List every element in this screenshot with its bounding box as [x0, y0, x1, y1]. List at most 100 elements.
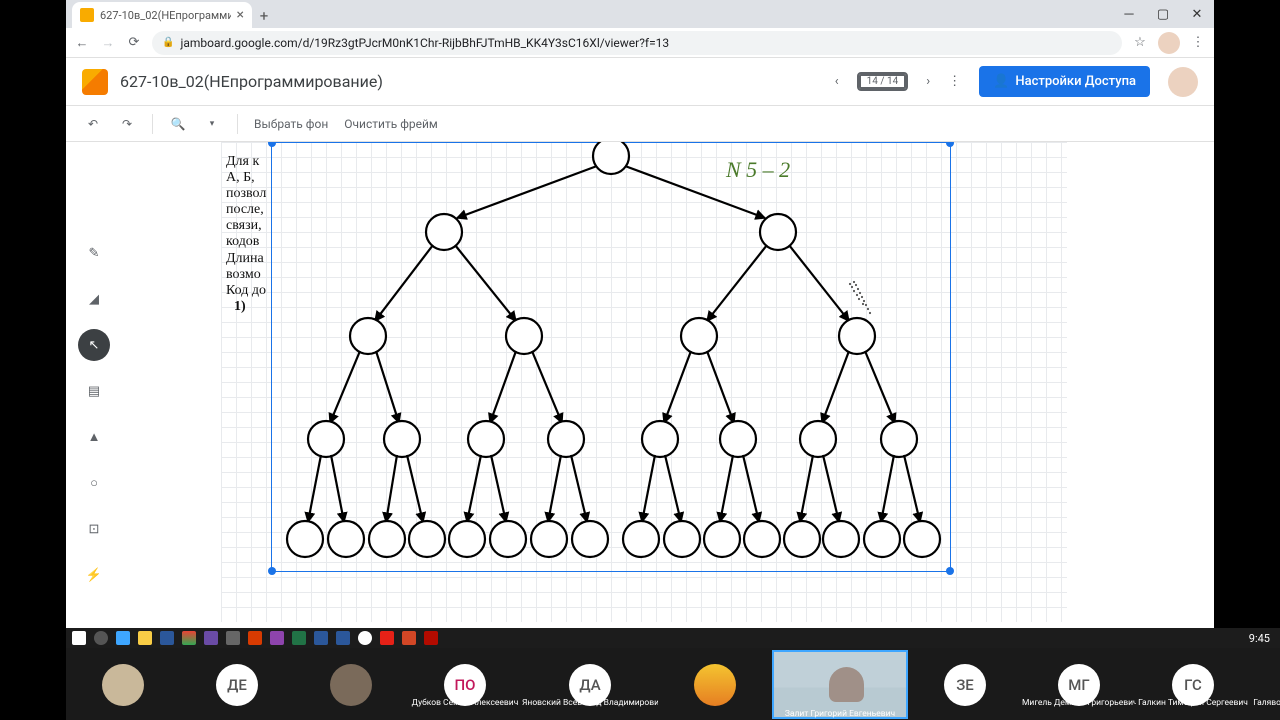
participant-avatar [694, 664, 736, 706]
windows-taskbar[interactable]: 9:45 [66, 628, 1280, 648]
jamboard-app: 627-10в_02(НЕпрограммирование) ‹ 14 / 14… [66, 58, 1214, 628]
taskbar-app-icon[interactable] [358, 631, 372, 645]
note-line: связи, [226, 218, 276, 234]
next-frame-icon[interactable]: › [926, 74, 930, 89]
zoom-icon[interactable]: 🔍 [169, 117, 187, 131]
note-line: А, Б, [226, 170, 276, 186]
participant-tile[interactable]: ПО Дубков Семён Алексеевич [408, 664, 522, 708]
person-add-icon: 👤 [993, 74, 1009, 89]
taskbar-app-icon[interactable] [270, 631, 284, 645]
taskbar-app-icon[interactable] [160, 631, 174, 645]
maximize-icon[interactable]: ▢ [1146, 0, 1180, 28]
taskbar-app-icon[interactable] [204, 631, 218, 645]
tab-title: 627-10в_02(НЕпрограммирован [100, 9, 231, 22]
participant-initials: МГ [1068, 676, 1089, 694]
textbox-tool-icon[interactable]: ⊡ [78, 513, 110, 545]
jamboard-logo [82, 69, 108, 95]
browser-tab[interactable]: 627-10в_02(НЕпрограммирован × [72, 2, 252, 28]
note-line: 1) [226, 299, 276, 315]
close-tab-icon[interactable]: × [237, 8, 244, 22]
note-line: после, [226, 202, 276, 218]
forward-icon[interactable]: → [100, 35, 116, 51]
image-tool-icon[interactable]: ▲ [78, 421, 110, 453]
search-icon[interactable] [94, 631, 108, 645]
participant-name: Мигель Демьян Григорьевич [1022, 698, 1136, 708]
clear-frame-button[interactable]: Очистить фрейм [344, 117, 438, 131]
browser-titlebar: 627-10в_02(НЕпрограммирован × + ─ ▢ ✕ [66, 0, 1214, 28]
kebab-menu-icon[interactable]: ⋮ [1190, 35, 1206, 50]
pdf-icon[interactable] [424, 631, 438, 645]
whiteboard-grid-right [971, 142, 1067, 622]
account-avatar[interactable] [1168, 67, 1198, 97]
divider [237, 114, 238, 134]
participant-initials: ДЕ [227, 676, 247, 694]
share-button[interactable]: 👤 Настройки Доступа [979, 66, 1150, 97]
participant-tile[interactable]: ДЕ [180, 664, 294, 708]
new-tab-button[interactable]: + [252, 4, 276, 28]
participant-avatar [330, 664, 372, 706]
participant-avatar: ДЕ [216, 664, 258, 706]
powerpoint-icon[interactable] [402, 631, 416, 645]
system-clock[interactable]: 9:45 [1249, 632, 1274, 645]
eraser-tool-icon[interactable]: ◢ [78, 283, 110, 315]
more-options-icon[interactable]: ⋮ [948, 74, 961, 89]
note-line: Для к [226, 154, 276, 170]
set-background-button[interactable]: Выбрать фон [254, 117, 328, 131]
note-line: позвол [226, 186, 276, 202]
laser-tool-icon[interactable]: ⚡ [78, 559, 110, 591]
participant-name: Дубков Семён Алексеевич [408, 698, 522, 708]
participant-tile[interactable]: ГСГалкин Тимофей Сергеевич [1136, 664, 1250, 708]
taskbar-app-icon[interactable] [226, 631, 240, 645]
pen-tool-icon[interactable]: ✎ [78, 237, 110, 269]
profile-avatar[interactable] [1158, 32, 1180, 54]
divider [152, 114, 153, 134]
prev-frame-icon[interactable]: ‹ [835, 74, 839, 89]
participant-name: Яновский Всеволод Владимирович [522, 698, 658, 708]
participant-tile[interactable]: ДАЯновский Всеволод Владимирович [522, 664, 658, 708]
tool-palette: ✎ ◢ ↖ ▤ ▲ ○ ⊡ ⚡ [78, 237, 110, 591]
omnibox[interactable]: 🔒 jamboard.google.com/d/19Rz3gtPJcrM0nK1… [152, 31, 1122, 55]
participant-initials: ПО [455, 676, 476, 694]
host-person [829, 667, 864, 702]
participant-tile[interactable]: ГФГалявов Марат Фаридович [1250, 664, 1280, 708]
note-line: возмо [226, 267, 276, 283]
participant-tile[interactable]: ЗЕ [908, 664, 1022, 708]
edge-icon[interactable] [116, 631, 130, 645]
participant-tile[interactable] [658, 664, 772, 708]
zoom-dropdown-icon[interactable]: ▾ [203, 119, 221, 129]
frame-indicator[interactable]: 14 / 14 [857, 72, 909, 91]
select-tool-icon[interactable]: ↖ [78, 329, 110, 361]
shape-tool-icon[interactable]: ○ [78, 467, 110, 499]
jamboard-toolbar: ↶ ↷ 🔍 ▾ Выбрать фон Очистить фрейм [66, 106, 1214, 142]
word-icon[interactable] [314, 631, 328, 645]
participant-avatar: ЗЕ [944, 664, 986, 706]
participant-name: Галкин Тимофей Сергеевич [1136, 698, 1250, 708]
start-icon[interactable] [72, 631, 86, 645]
back-icon[interactable]: ← [74, 35, 90, 51]
host-video-tile[interactable]: Залит Григорий Евгеньевич [772, 653, 908, 719]
participant-tile[interactable]: МГ Мигель Демьян Григорьевич [1022, 664, 1136, 708]
explorer-icon[interactable] [138, 631, 152, 645]
participant-tile[interactable] [294, 664, 408, 708]
yandex-icon[interactable] [380, 631, 394, 645]
star-icon[interactable]: ☆ [1132, 35, 1148, 50]
undo-icon[interactable]: ↶ [84, 117, 102, 131]
word-icon[interactable] [336, 631, 350, 645]
text-sticky[interactable]: Для к А, Б, позвол после, связи, кодов Д… [226, 154, 276, 315]
redo-icon[interactable]: ↷ [118, 117, 136, 131]
chrome-icon[interactable] [182, 631, 196, 645]
minimize-icon[interactable]: ─ [1112, 0, 1146, 28]
browser-addressbar: ← → ⟳ 🔒 jamboard.google.com/d/19Rz3gtPJc… [66, 28, 1214, 58]
reload-icon[interactable]: ⟳ [126, 35, 142, 50]
participant-tile[interactable] [66, 664, 180, 708]
close-window-icon[interactable]: ✕ [1180, 0, 1214, 28]
canvas-area[interactable]: ✎ ◢ ↖ ▤ ▲ ○ ⊡ ⚡ [66, 142, 1214, 628]
excel-icon[interactable] [292, 631, 306, 645]
taskbar-app-icon[interactable] [248, 631, 262, 645]
participant-initials: ЗЕ [956, 676, 974, 694]
sticky-note-tool-icon[interactable]: ▤ [78, 375, 110, 407]
binary-tree-diagram[interactable] [271, 142, 951, 572]
doc-title[interactable]: 627-10в_02(НЕпрограммирование) [120, 72, 383, 91]
note-line: Длина [226, 251, 276, 267]
jamboard-favicon [80, 8, 94, 22]
